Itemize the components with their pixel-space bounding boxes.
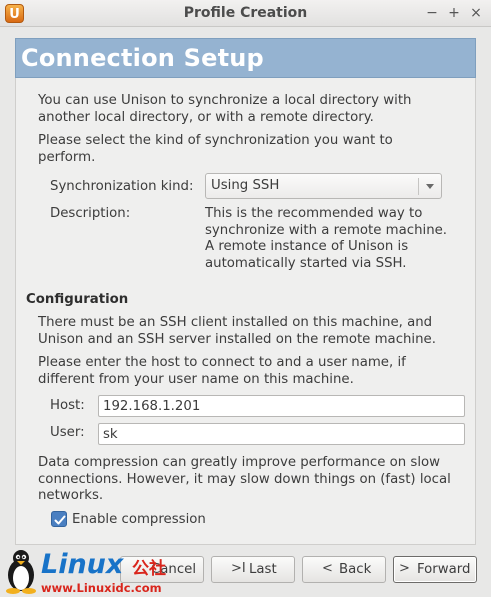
linuxidc-watermark: Linux 公社 www.Linuxidc.com bbox=[4, 548, 204, 596]
page-header: Connection Setup bbox=[15, 38, 476, 78]
minimize-icon[interactable]: − bbox=[424, 4, 440, 22]
forward-button[interactable]: > Forward bbox=[393, 556, 477, 583]
config-host-instruction: Please enter the host to connect to and … bbox=[38, 355, 406, 387]
last-button-label: Last bbox=[249, 562, 277, 577]
checkmark-icon bbox=[54, 515, 66, 525]
skip-to-end-icon: >I bbox=[231, 561, 246, 576]
watermark-url: www.Linuxidc.com bbox=[41, 581, 162, 595]
chevron-right-icon: > bbox=[399, 561, 410, 576]
sync-kind-dropdown[interactable]: Using SSH bbox=[205, 173, 442, 199]
window-title: Profile Creation bbox=[183, 5, 308, 21]
dropdown-separator bbox=[418, 178, 419, 195]
back-button-label: Back bbox=[339, 562, 372, 577]
user-input[interactable] bbox=[99, 424, 464, 444]
configuration-heading: Configuration bbox=[26, 292, 129, 307]
chevron-down-icon bbox=[426, 184, 434, 189]
chevron-left-icon: < bbox=[322, 561, 333, 576]
sync-kind-label: Synchronization kind: bbox=[50, 179, 194, 194]
linux-logo-text: Linux bbox=[41, 549, 124, 580]
tux-penguin-icon bbox=[6, 550, 36, 594]
title-bar: U Profile Creation − + × bbox=[0, 0, 491, 27]
sync-kind-value: Using SSH bbox=[211, 178, 280, 193]
maximize-icon[interactable]: + bbox=[446, 4, 462, 22]
page-title: Connection Setup bbox=[21, 44, 264, 72]
user-field[interactable] bbox=[98, 423, 465, 445]
description-text: This is the recommended way to synchroni… bbox=[205, 206, 448, 271]
host-field[interactable] bbox=[98, 395, 465, 417]
back-button[interactable]: < Back bbox=[302, 556, 386, 583]
enable-compression-checkbox[interactable] bbox=[51, 511, 67, 527]
description-label: Description: bbox=[50, 206, 131, 221]
intro-instruction: Please select the kind of synchronizatio… bbox=[38, 133, 393, 165]
host-label: Host: bbox=[50, 398, 85, 413]
user-label: User: bbox=[50, 425, 85, 440]
host-input[interactable] bbox=[99, 396, 464, 416]
linux-community-text: 公社 bbox=[132, 559, 166, 579]
forward-button-label: Forward bbox=[417, 562, 471, 577]
intro-text: You can use Unison to synchronize a loca… bbox=[38, 93, 412, 125]
config-requirements-text: There must be an SSH client installed on… bbox=[38, 315, 436, 347]
close-icon[interactable]: × bbox=[468, 4, 484, 22]
compression-info-text: Data compression can greatly improve per… bbox=[38, 455, 451, 503]
enable-compression-label[interactable]: Enable compression bbox=[72, 512, 206, 529]
last-button[interactable]: >I Last bbox=[211, 556, 295, 583]
